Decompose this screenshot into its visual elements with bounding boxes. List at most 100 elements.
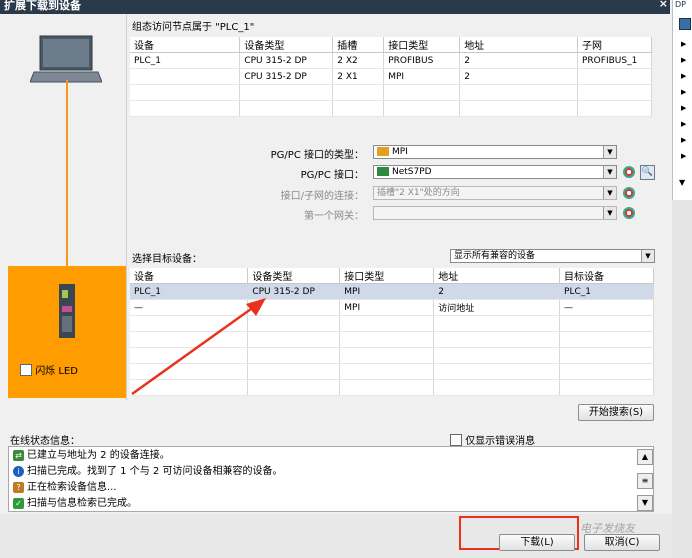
- cell: [459, 100, 578, 117]
- chevron-right-icon[interactable]: ▶: [681, 120, 686, 128]
- chevron-right-icon[interactable]: ▶: [681, 40, 686, 48]
- network-card-icon: [377, 167, 389, 176]
- chevron-right-icon[interactable]: ▶: [681, 88, 686, 96]
- cell: 2: [459, 68, 578, 85]
- column-header[interactable]: 地址: [433, 268, 561, 284]
- window-title: 扩展下载到设备: [4, 0, 81, 12]
- cell: [383, 100, 461, 117]
- cancel-button[interactable]: 取消(C): [584, 534, 660, 551]
- chevron-right-icon[interactable]: ▶: [681, 104, 686, 112]
- chevron-down-icon[interactable]: ▼: [603, 166, 616, 178]
- cell: [577, 84, 652, 101]
- annotation-arrow: [131, 298, 266, 396]
- info-icon: i: [13, 465, 24, 477]
- cell: [339, 331, 435, 348]
- pgpc-type-value: MPI: [392, 147, 408, 157]
- status-line: ⇄ 已建立与地址为 2 的设备连接。: [13, 448, 170, 463]
- cell: [433, 347, 561, 364]
- cell: [559, 331, 654, 348]
- cell: [339, 379, 435, 396]
- status-text: 已建立与地址为 2 的设备连接。: [27, 450, 170, 461]
- scroll-down-icon[interactable]: ▼: [637, 495, 653, 511]
- side-dropdown-icon[interactable]: ▼: [679, 178, 685, 187]
- status-line: i 扫描已完成。找到了 1 个与 2 可访问设备相兼容的设备。: [13, 464, 282, 479]
- flash-led-checkbox[interactable]: 闪烁 LED: [20, 362, 78, 377]
- connection-icon: ⇄: [13, 449, 24, 461]
- start-search-button[interactable]: 开始搜索(S): [578, 404, 654, 421]
- diagnostics-icon[interactable]: [623, 207, 635, 219]
- side-checkbox-icon[interactable]: [679, 18, 691, 30]
- diagnostics-icon[interactable]: [623, 187, 635, 199]
- column-header[interactable]: 目标设备: [559, 268, 654, 284]
- column-header[interactable]: 接口类型: [383, 37, 461, 53]
- table-row[interactable]: PLC_1 CPU 315-2 DP 2 X2 PROFIBUS 2 PROFIBUS_1: [130, 52, 652, 69]
- column-header[interactable]: 插槽: [332, 37, 385, 53]
- column-header[interactable]: 设备类型: [247, 268, 341, 284]
- column-header[interactable]: 设备: [130, 268, 249, 284]
- table-row[interactable]: CPU 315-2 DP 2 X1 MPI 2: [130, 68, 652, 85]
- side-panel: DP ▶ ▶ ▶ ▶ ▶ ▶ ▶ ▶ ▼: [672, 0, 692, 200]
- cell: CPU 315-2 DP: [239, 52, 334, 69]
- connection-line: [66, 80, 68, 266]
- checkbox-icon[interactable]: [450, 433, 462, 446]
- cell: CPU 315-2 DP: [239, 68, 334, 85]
- chevron-down-icon[interactable]: ▼: [641, 250, 654, 262]
- subnet-connection-value: 插槽"2 X1"处的方向: [377, 188, 460, 198]
- chevron-right-icon[interactable]: ▶: [681, 136, 686, 144]
- plc-icon: [59, 284, 75, 338]
- laptop-icon: [30, 35, 102, 83]
- properties-icon[interactable]: 🔍: [640, 165, 655, 180]
- chevron-right-icon[interactable]: ▶: [681, 72, 686, 80]
- cell: MPI: [339, 283, 435, 300]
- status-text: 扫描与信息检索已完成。: [27, 498, 137, 509]
- diagnostics-icon[interactable]: [623, 166, 635, 178]
- cell: [577, 100, 652, 117]
- cell: PROFIBUS: [383, 52, 461, 69]
- configured-nodes-heading: 组态访问节点属于 "PLC_1": [132, 22, 255, 33]
- search-network-icon: ?: [13, 481, 24, 493]
- status-text: 扫描已完成。找到了 1 个与 2 可访问设备相兼容的设备。: [27, 466, 283, 477]
- status-line: ? 正在检索设备信息...: [13, 480, 117, 495]
- pgpc-interface-value: NetS7PD: [392, 167, 432, 177]
- cell: [433, 363, 561, 380]
- flash-led-label: 闪烁 LED: [35, 366, 78, 377]
- table-header-row: 设备 设备类型 插槽 接口类型 地址 子网: [130, 37, 652, 53]
- column-header[interactable]: 接口类型: [339, 268, 435, 284]
- chevron-right-icon[interactable]: ▶: [681, 56, 686, 64]
- table-header-row: 设备 设备类型 接口类型 地址 目标设备: [130, 268, 654, 284]
- load-button[interactable]: 下载(L): [499, 534, 575, 551]
- table-row: [130, 84, 652, 101]
- check-icon: ✓: [13, 497, 24, 509]
- status-line: ✓ 扫描与信息检索已完成。: [13, 496, 137, 511]
- compatible-filter-select[interactable]: 显示所有兼容的设备 ▼: [450, 249, 655, 263]
- scroll-thumb-icon[interactable]: ≡: [637, 473, 653, 489]
- checkbox-icon[interactable]: [20, 363, 32, 376]
- cell: PLC_1: [559, 283, 654, 300]
- cell: 访问地址: [433, 299, 561, 316]
- status-heading: 在线状态信息：: [10, 436, 80, 447]
- cell: 2: [433, 283, 561, 300]
- chevron-down-icon: ▼: [603, 187, 616, 199]
- column-header[interactable]: 设备: [130, 37, 241, 53]
- cell: MPI: [383, 68, 461, 85]
- column-header[interactable]: 设备类型: [239, 37, 334, 53]
- errors-only-checkbox[interactable]: 仅显示错误消息: [450, 432, 535, 447]
- column-header[interactable]: 地址: [459, 37, 578, 53]
- pgpc-interface-select[interactable]: NetS7PD ▼: [373, 165, 617, 179]
- close-icon[interactable]: ×: [659, 0, 668, 10]
- chevron-down-icon[interactable]: ▼: [603, 146, 616, 158]
- cell: 2 X2: [332, 52, 385, 69]
- scroll-up-icon[interactable]: ▲: [637, 449, 653, 465]
- cell: [332, 100, 385, 117]
- chevron-right-icon[interactable]: ▶: [681, 152, 686, 160]
- table-row: [130, 100, 652, 117]
- pgpc-type-select[interactable]: MPI ▼: [373, 145, 617, 159]
- cell: [383, 84, 461, 101]
- cell: [332, 84, 385, 101]
- cell: [559, 363, 654, 380]
- pgpc-type-label: PG/PC 接口的类型：: [270, 150, 364, 161]
- cell: [433, 315, 561, 332]
- cell: —: [559, 299, 654, 316]
- cell: [130, 100, 241, 117]
- column-header[interactable]: 子网: [577, 37, 652, 53]
